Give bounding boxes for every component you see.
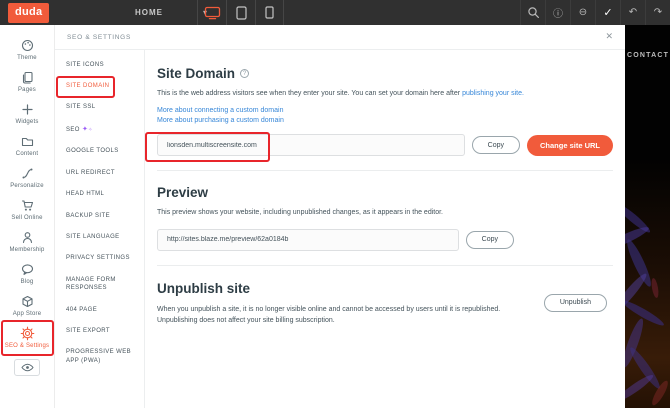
menu-item-site-domain[interactable]: SITE DOMAIN (55, 75, 141, 96)
menu-item-privacy-settings[interactable]: PRIVACY SETTINGS (55, 248, 141, 269)
palette-icon (20, 38, 35, 53)
sidebar-item-label: Blog (21, 279, 34, 285)
redo-button[interactable]: ↷ (645, 0, 670, 25)
duda-logo: duda (8, 3, 49, 23)
sidebar-item-label: Widgets (15, 119, 38, 125)
purchase-custom-domain-link[interactable]: More about purchasing a custom domain (157, 117, 613, 124)
divider (157, 265, 613, 266)
menu-item-site-export[interactable]: SITE EXPORT (55, 320, 141, 341)
seo-settings-overlay: SEO & SETTINGS ✕ SITE ICONS SITE DOMAIN … (55, 25, 625, 408)
sidebar-item-content[interactable]: Content (0, 129, 54, 161)
settings-content: Site Domain ? This is the web address vi… (145, 50, 625, 408)
close-icon[interactable]: ✕ (605, 32, 613, 42)
preview-title: Preview (157, 185, 208, 200)
sidebar: Theme Pages Widgets Content Personalize … (0, 25, 55, 408)
info-button[interactable]: ⓘ (545, 0, 570, 25)
site-nav-contact-link[interactable]: CONTACT (627, 52, 669, 59)
change-site-url-button[interactable]: Change site URL (527, 135, 613, 156)
search-button[interactable] (520, 0, 545, 25)
plus-icon (20, 102, 35, 117)
preview-description: This preview shows your website, includi… (157, 208, 613, 219)
save-status-button[interactable]: ✓ (595, 0, 620, 25)
connect-custom-domain-link[interactable]: More about connecting a custom domain (157, 107, 613, 114)
sidebar-item-membership[interactable]: Membership (0, 225, 54, 257)
menu-item-site-icons[interactable]: SITE ICONS (55, 54, 141, 75)
menu-item-backup-site[interactable]: BACKUP SITE (55, 205, 141, 226)
person-icon (20, 230, 35, 245)
site-domain-description: This is the web address visitors see whe… (157, 89, 613, 100)
sidebar-item-label: Pages (18, 87, 36, 93)
box-icon (20, 294, 35, 309)
undo-icon: ↶ (629, 7, 637, 18)
sidebar-item-label: Membership (9, 247, 44, 253)
unpublish-button[interactable]: Unpublish (544, 294, 607, 312)
preview-url-input[interactable] (157, 229, 459, 251)
search-icon (527, 6, 540, 19)
menu-item-404-page[interactable]: 404 PAGE (55, 299, 141, 320)
mobile-icon (265, 6, 274, 19)
cart-icon (20, 198, 35, 213)
tablet-mode-button[interactable] (226, 0, 255, 25)
site-preview-strip: CONTACT (625, 25, 670, 408)
copy-domain-button[interactable]: Copy (472, 136, 520, 154)
desktop-icon (204, 6, 221, 20)
menu-item-manage-form-responses[interactable]: MANAGE FORM RESPONSES (55, 269, 141, 299)
mobile-mode-button[interactable] (255, 0, 284, 25)
site-domain-title: Site Domain (157, 66, 235, 81)
page-selector-label: HOME (135, 8, 163, 17)
sidebar-item-pages[interactable]: Pages (0, 65, 54, 97)
overlay-title: SEO & SETTINGS (67, 34, 131, 41)
menu-item-site-ssl[interactable]: SITE SSL (55, 97, 141, 118)
site-domain-input[interactable] (157, 134, 465, 156)
topbar-actions: ⓘ ⊖ ✓ ↶ ↷ (520, 0, 670, 25)
undo-button[interactable]: ↶ (620, 0, 645, 25)
help-icon[interactable]: ? (240, 69, 249, 78)
publishing-your-site-link[interactable]: publishing your site. (462, 90, 524, 97)
folder-icon (20, 134, 35, 149)
preview-toggle-button[interactable] (14, 359, 40, 376)
device-switcher (197, 0, 284, 25)
sidebar-item-label: Personalize (10, 183, 44, 189)
pages-icon (20, 70, 35, 85)
sidebar-item-label: SEO & Settings (5, 343, 50, 349)
sidebar-item-label: Theme (17, 55, 37, 61)
overlay-header: SEO & SETTINGS ✕ (55, 25, 625, 50)
tablet-icon (236, 6, 247, 20)
sidebar-item-label: App Store (13, 311, 41, 317)
gear-icon (20, 326, 35, 341)
sidebar-item-theme[interactable]: Theme (0, 33, 54, 65)
sidebar-item-personalize[interactable]: Personalize (0, 161, 54, 193)
eye-icon (21, 363, 34, 372)
check-icon: ✓ (603, 6, 612, 19)
sidebar-item-app-store[interactable]: App Store (0, 289, 54, 321)
desktop-mode-button[interactable] (197, 0, 226, 25)
sidebar-item-label: Content (16, 151, 38, 157)
menu-item-seo[interactable]: SEO ✦✧ (55, 118, 141, 141)
sidebar-item-widgets[interactable]: Widgets (0, 97, 54, 129)
curve-icon (20, 166, 35, 181)
sidebar-item-label: Sell Online (11, 215, 42, 221)
unpublish-title: Unpublish site (157, 281, 250, 296)
sidebar-item-seo-settings[interactable]: SEO & Settings (0, 321, 54, 353)
menu-item-site-language[interactable]: SITE LANGUAGE (55, 227, 141, 248)
sidebar-item-blog[interactable]: Blog (0, 257, 54, 289)
comment-minus-icon: ⊖ (579, 7, 587, 18)
feedback-button[interactable]: ⊖ (570, 0, 595, 25)
divider (157, 170, 613, 171)
chat-icon (20, 262, 35, 277)
menu-item-pwa[interactable]: PROGRESSIVE WEB APP (PWA) (55, 342, 141, 372)
sidebar-item-sell-online[interactable]: Sell Online (0, 193, 54, 225)
settings-menu: SITE ICONS SITE DOMAIN SITE SSL SEO ✦✧ G… (55, 50, 145, 408)
menu-item-google-tools[interactable]: GOOGLE TOOLS (55, 141, 141, 162)
site-preview-image (625, 158, 670, 408)
topbar: duda HOME ▾ ⓘ ⊖ ✓ ↶ ↷ (0, 0, 670, 25)
sparkle-icon: ✧ (88, 127, 93, 133)
copy-preview-url-button[interactable]: Copy (466, 231, 514, 249)
info-icon: ⓘ (553, 5, 563, 20)
redo-icon: ↷ (654, 7, 662, 18)
menu-item-head-html[interactable]: HEAD HTML (55, 184, 141, 205)
unpublish-description: When you unpublish a site, it is no long… (157, 304, 529, 326)
menu-item-url-redirect[interactable]: URL REDIRECT (55, 162, 141, 183)
